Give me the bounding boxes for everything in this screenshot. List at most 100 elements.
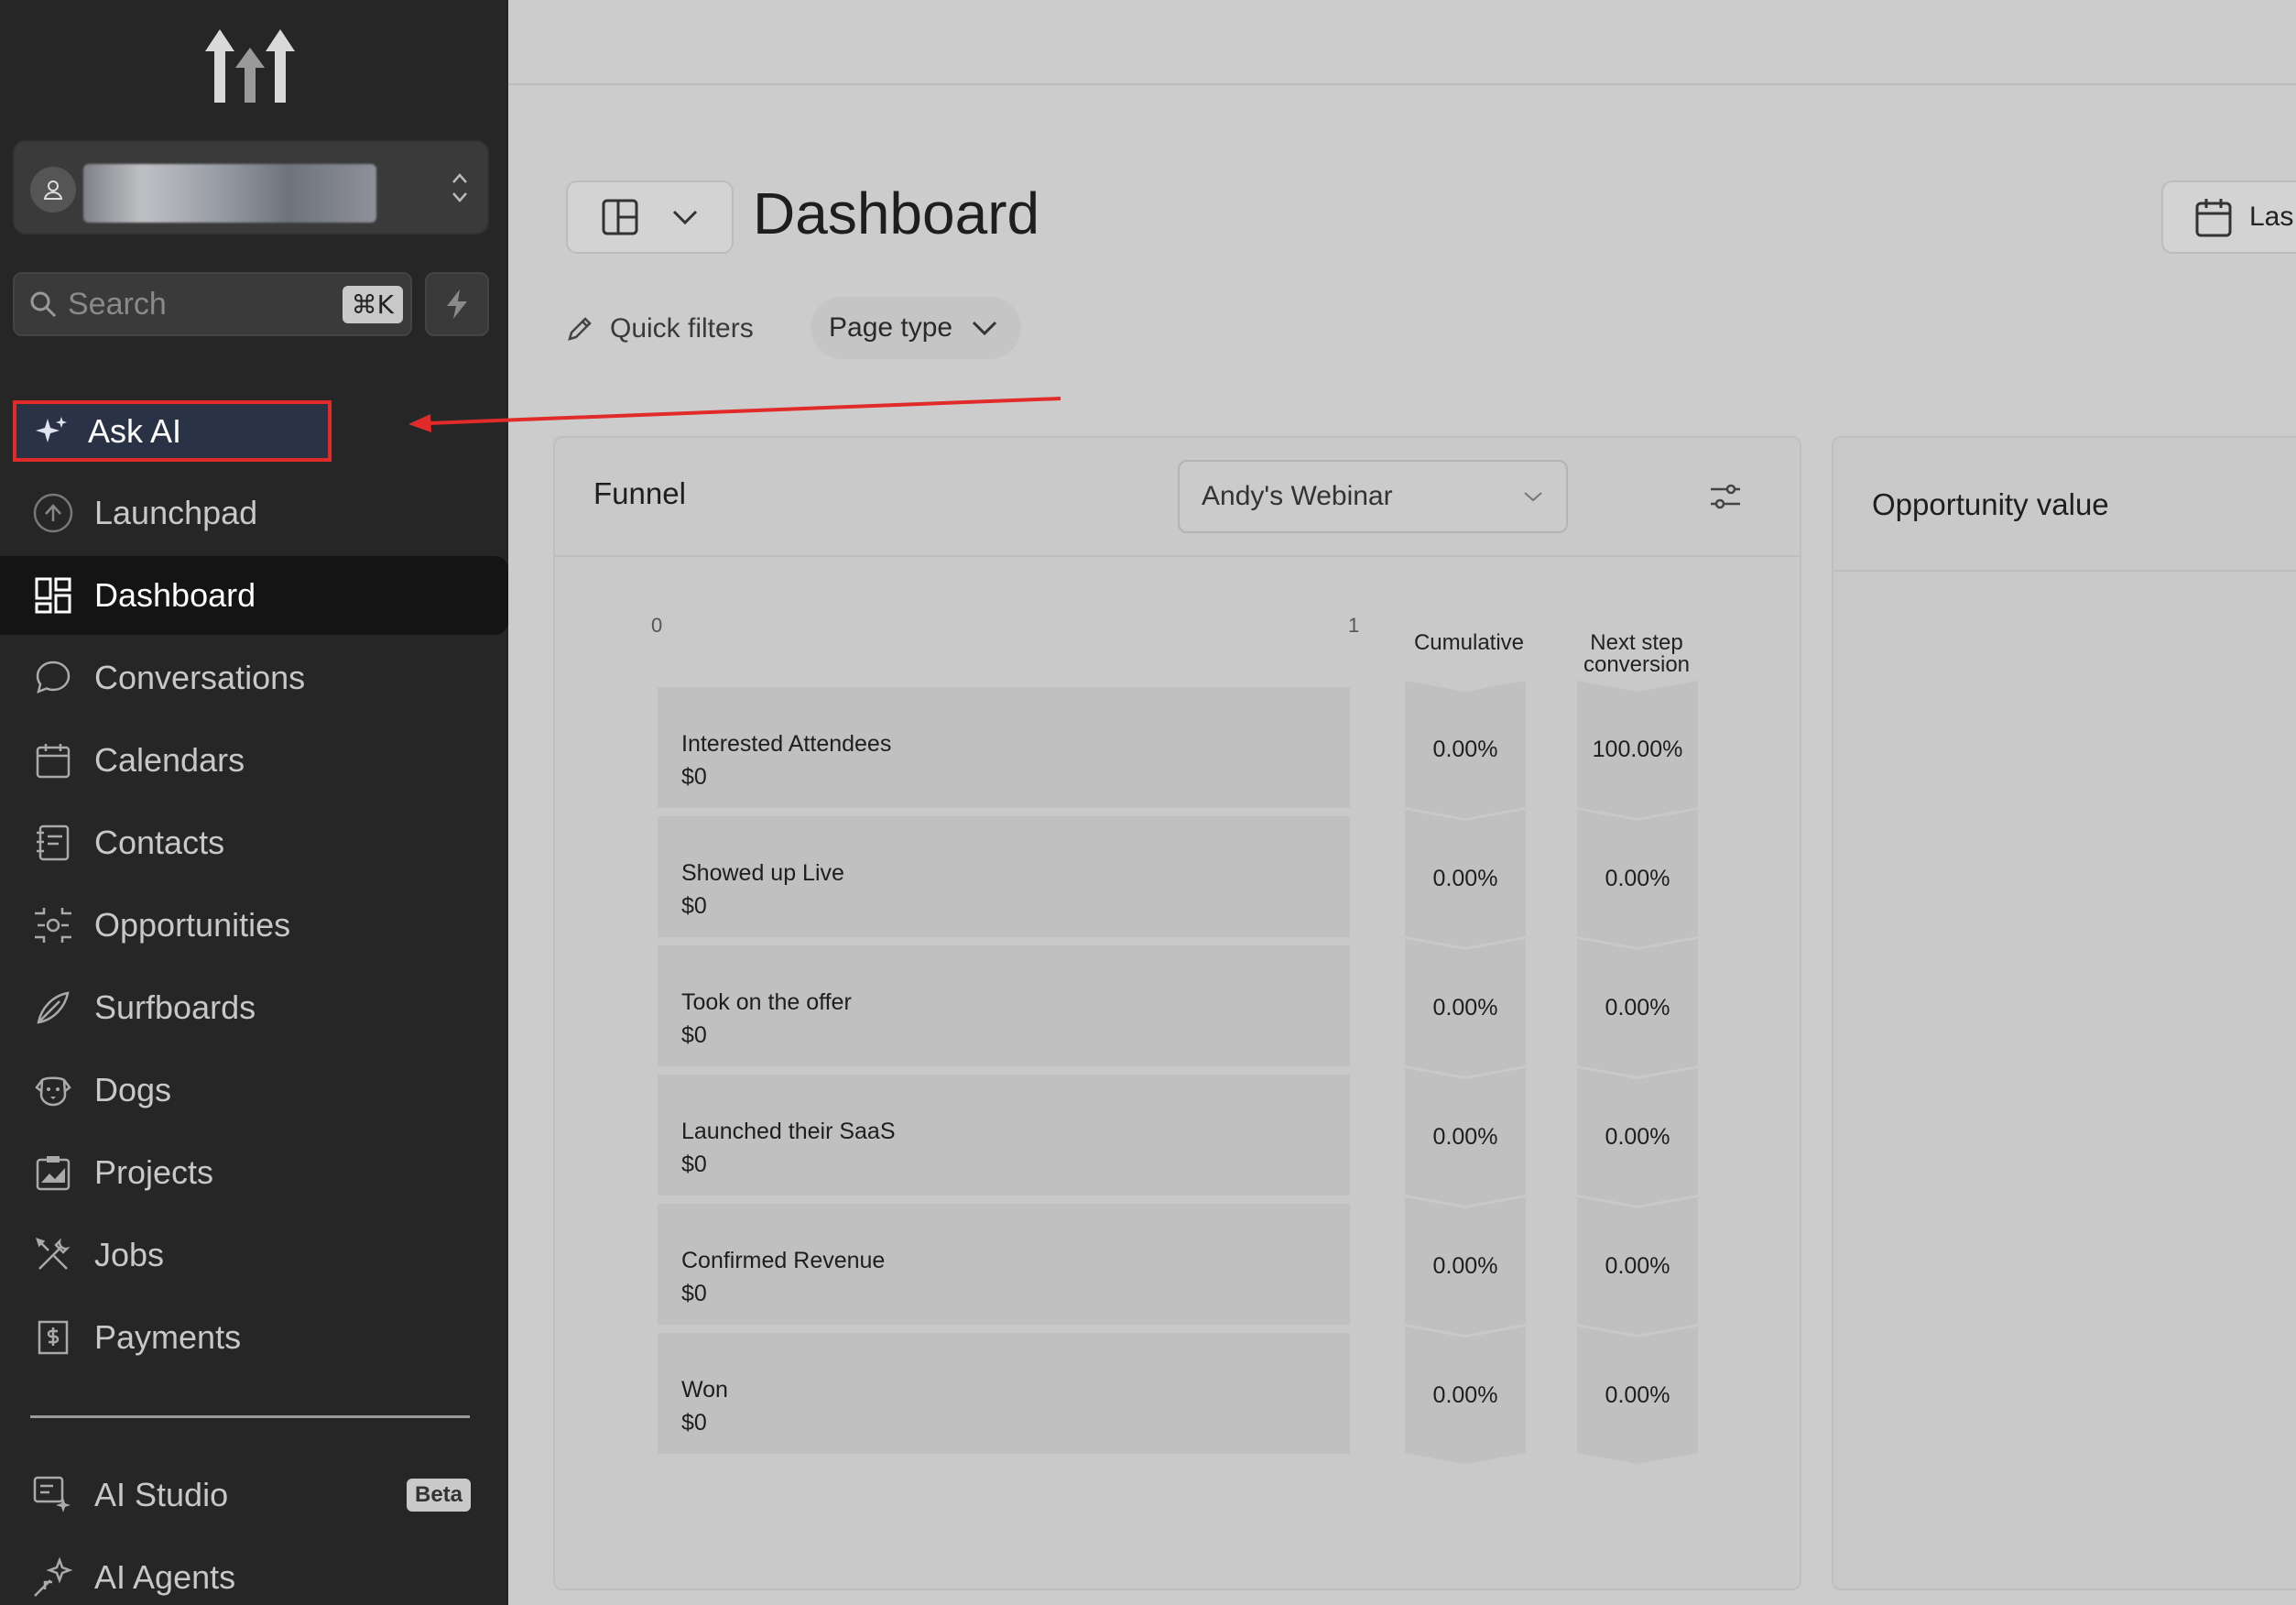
funnel-select-value: Andy's Webinar bbox=[1202, 481, 1393, 511]
quick-action-button[interactable] bbox=[425, 272, 489, 336]
funnel-select[interactable]: Andy's Webinar bbox=[1178, 460, 1568, 533]
page-type-filter[interactable]: Page type bbox=[811, 297, 1021, 359]
funnel-stage-bar[interactable]: Launched their SaaS $0 bbox=[658, 1075, 1350, 1196]
search-bar[interactable]: Search ⌘K bbox=[13, 272, 412, 336]
stage-name: Took on the offer bbox=[681, 989, 852, 1015]
app-logo-icon[interactable] bbox=[203, 27, 297, 106]
sidebar-item-dashboard[interactable]: Dashboard bbox=[0, 556, 508, 635]
sidebar-item-label: Conversations bbox=[94, 659, 306, 696]
funnel-stage-bar[interactable]: Interested Attendees $0 bbox=[658, 687, 1350, 808]
beta-badge: Beta bbox=[407, 1479, 471, 1512]
layout-panel-icon bbox=[602, 199, 638, 235]
dog-icon bbox=[32, 1069, 74, 1111]
axis-max-label: 1 bbox=[1348, 614, 1360, 637]
sidebar-item-dogs[interactable]: Dogs bbox=[0, 1051, 508, 1130]
sidebar-item-label: AI Agents bbox=[94, 1558, 236, 1596]
sidebar-item-launchpad[interactable]: Launchpad bbox=[0, 474, 508, 552]
surfboard-icon bbox=[32, 987, 74, 1029]
sidebar-item-label: Jobs bbox=[94, 1236, 165, 1273]
stage-value: $0 bbox=[681, 1281, 707, 1306]
sidebar-item-label: Launchpad bbox=[94, 494, 258, 531]
lightning-bolt-icon bbox=[447, 289, 467, 319]
sidebar-item-label: Dashboard bbox=[94, 576, 256, 614]
sidebar: Search ⌘K Ask AI Launchpad Dashboard Con… bbox=[0, 0, 508, 1605]
date-range-label: Las bbox=[2249, 202, 2294, 232]
chat-bubble-icon bbox=[32, 657, 74, 699]
next-step-cell: 100.00% bbox=[1577, 681, 1698, 818]
funnel-stage-bar[interactable]: Confirmed Revenue $0 bbox=[658, 1204, 1350, 1325]
receipt-icon bbox=[32, 1316, 74, 1359]
opportunity-title: Opportunity value bbox=[1872, 487, 2109, 521]
next-step-header-line-1: Next step bbox=[1590, 630, 1683, 655]
next-step-cell: 0.00% bbox=[1577, 1068, 1698, 1206]
next-step-header: Next step conversion bbox=[1568, 632, 1705, 676]
sidebar-item-ai-agents[interactable]: AI Agents bbox=[0, 1538, 508, 1605]
sidebar-item-label: Opportunities bbox=[94, 906, 291, 944]
sparkle-icon bbox=[36, 416, 67, 442]
opportunity-value-widget: Opportunity value bbox=[1832, 436, 2296, 1590]
stage-name: Won bbox=[681, 1377, 728, 1403]
account-switcher[interactable] bbox=[13, 140, 489, 235]
next-step-header-line-2: conversion bbox=[1583, 652, 1691, 677]
user-avatar-icon bbox=[30, 167, 76, 213]
funnel-stage-bar[interactable]: Won $0 bbox=[658, 1333, 1350, 1454]
sidebar-item-contacts[interactable]: Contacts bbox=[0, 803, 508, 882]
chevron-down-icon bbox=[1524, 492, 1542, 502]
sidebar-item-label: Surfboards bbox=[94, 988, 256, 1026]
filter-settings-icon[interactable] bbox=[1707, 478, 1744, 515]
quick-filters-label: Quick filters bbox=[610, 313, 754, 344]
sidebar-item-projects[interactable]: Projects bbox=[0, 1133, 508, 1212]
dashboard-layout-switcher[interactable] bbox=[566, 180, 734, 254]
stage-value: $0 bbox=[681, 893, 707, 919]
stage-name: Confirmed Revenue bbox=[681, 1248, 886, 1273]
next-step-cell: 0.00% bbox=[1577, 939, 1698, 1076]
next-step-cell: 0.00% bbox=[1577, 810, 1698, 947]
funnel-widget: Funnel Andy's Webinar 0 1 Cumulative Nex… bbox=[553, 436, 1801, 1590]
quick-filters-button[interactable]: Quick filters bbox=[566, 306, 754, 352]
funnel-stage-bar[interactable]: Took on the offer $0 bbox=[658, 945, 1350, 1066]
cumulative-cell: 0.00% bbox=[1405, 939, 1526, 1076]
sidebar-item-label: Payments bbox=[94, 1318, 242, 1356]
cumulative-cell: 0.00% bbox=[1405, 1197, 1526, 1335]
search-placeholder: Search bbox=[68, 286, 167, 322]
sidebar-item-surfboards[interactable]: Surfboards bbox=[0, 968, 508, 1047]
sidebar-item-jobs[interactable]: Jobs bbox=[0, 1216, 508, 1294]
ai-studio-icon bbox=[32, 1474, 74, 1516]
account-name-redacted bbox=[83, 164, 376, 223]
page-type-label: Page type bbox=[829, 312, 953, 343]
pencil-icon bbox=[568, 317, 592, 341]
stage-name: Interested Attendees bbox=[681, 731, 892, 757]
chevron-updown-icon bbox=[452, 173, 467, 202]
sidebar-item-conversations[interactable]: Conversations bbox=[0, 639, 508, 717]
tools-icon bbox=[32, 1234, 74, 1276]
stage-value: $0 bbox=[681, 764, 707, 790]
sidebar-divider bbox=[30, 1415, 470, 1418]
search-shortcut-badge: ⌘K bbox=[342, 285, 403, 323]
projects-icon bbox=[32, 1152, 74, 1194]
date-range-button[interactable]: Las bbox=[2161, 180, 2296, 254]
top-bar bbox=[508, 0, 2296, 85]
funnel-stage-bar[interactable]: Showed up Live $0 bbox=[658, 816, 1350, 937]
sidebar-item-label: Dogs bbox=[94, 1071, 172, 1108]
sidebar-item-opportunities[interactable]: Opportunities bbox=[0, 886, 508, 965]
opportunities-icon bbox=[32, 904, 74, 946]
next-step-cell: 0.00% bbox=[1577, 1327, 1698, 1464]
funnel-title: Funnel bbox=[593, 476, 686, 510]
sidebar-item-label: Calendars bbox=[94, 741, 245, 779]
annotation-arrow bbox=[408, 397, 1061, 432]
sidebar-item-payments[interactable]: Payments bbox=[0, 1298, 508, 1377]
sidebar-item-label: AI Studio bbox=[94, 1476, 229, 1513]
sparkle-icon bbox=[32, 1556, 74, 1599]
ask-ai-button[interactable]: Ask AI bbox=[13, 400, 332, 462]
ask-ai-label: Ask AI bbox=[88, 411, 182, 450]
page-title: Dashboard bbox=[753, 180, 1040, 246]
sidebar-item-label: Contacts bbox=[94, 824, 225, 861]
stage-value: $0 bbox=[681, 1410, 707, 1436]
cumulative-cell: 0.00% bbox=[1405, 1068, 1526, 1206]
cumulative-cell: 0.00% bbox=[1405, 681, 1526, 818]
sidebar-item-calendars[interactable]: Calendars bbox=[0, 721, 508, 800]
axis-min-label: 0 bbox=[651, 614, 663, 637]
chevron-down-icon bbox=[673, 210, 698, 225]
cumulative-cell: 0.00% bbox=[1405, 1327, 1526, 1464]
stage-name: Launched their SaaS bbox=[681, 1119, 896, 1144]
